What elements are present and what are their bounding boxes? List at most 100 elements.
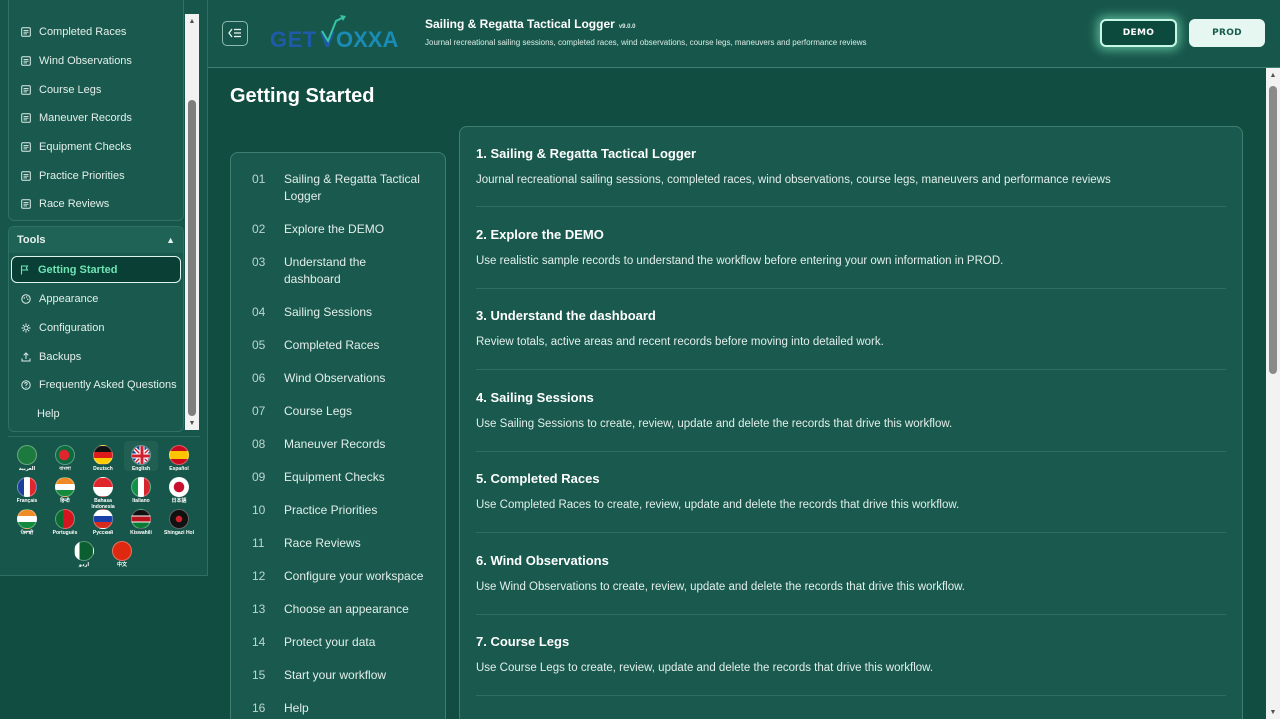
sidebar-item-label: Equipment Checks [39, 141, 132, 154]
section-heading: 2. Explore the DEMO [476, 227, 604, 242]
sidebar-scrollbar-thumb[interactable] [188, 100, 196, 416]
list-icon [21, 142, 31, 152]
sidebar-item-faq[interactable]: Frequently Asked Questions [9, 371, 183, 400]
menu-collapse-icon [228, 25, 242, 43]
sidebar-item-race-reviews[interactable]: Race Reviews [9, 190, 183, 219]
toc-item[interactable]: 04 Sailing Sessions [231, 304, 445, 337]
scroll-up-arrow-icon[interactable]: ▲ [185, 14, 199, 28]
demo-button[interactable]: DEMO [1100, 19, 1177, 47]
language-option-hindi[interactable]: हिन्दी [48, 477, 82, 504]
sidebar-scrollbar[interactable]: ▲ ▼ [185, 14, 199, 430]
list-icon [21, 199, 31, 210]
getting-started-content: 1. Sailing & Regatta Tactical Logger Jour… [459, 126, 1243, 719]
language-option-russian[interactable]: Русский [86, 509, 120, 536]
language-option-german[interactable]: Deutsch [86, 445, 120, 472]
toc-item[interactable]: 07 Course Legs [231, 403, 445, 436]
toc-item[interactable]: 15 Start your workflow [231, 667, 445, 700]
sidebar-scroll-area: Completed Races Wind Observations Course… [0, 0, 184, 432]
toc-item[interactable]: 08 Maneuver Records [231, 436, 445, 469]
content-section: 1. Sailing & Regatta Tactical Logger Jour… [476, 146, 1226, 186]
content-section: 4. Sailing Sessions Use Sailing Sessions … [476, 390, 1226, 430]
sidebar-item-getting-started[interactable]: Getting Started [11, 256, 181, 283]
toc-item[interactable]: 12 Configure your workspace [231, 568, 445, 601]
india-flag-icon [55, 477, 75, 497]
toc-item[interactable]: 01 Sailing & Regatta Tactical Logger [231, 171, 445, 221]
sidebar-item-completed-races[interactable]: Completed Races [9, 18, 183, 47]
saudi-flag-icon [17, 445, 37, 465]
content-section: 2. Explore the DEMO Use realistic sample … [476, 227, 1226, 267]
language-option-indonesian[interactable]: Bahasa Indonesia [86, 477, 120, 510]
sidebar-item-label: Getting Started [38, 263, 118, 276]
list-icon [21, 84, 31, 95]
toc-item[interactable]: 13 Choose an appearance [231, 601, 445, 634]
language-option-spanish[interactable]: Español [162, 445, 196, 472]
upload-icon [21, 352, 31, 362]
palette-icon [21, 294, 31, 305]
language-option-swahili[interactable]: Kiswahili [124, 509, 158, 536]
section-body: Journal recreational sailing sessions, c… [476, 174, 1111, 186]
svg-text:OXXA: OXXA [336, 27, 398, 52]
france-flag-icon [17, 477, 37, 497]
uk-flag-icon [131, 445, 151, 465]
scroll-up-arrow-icon[interactable]: ▲ [1266, 68, 1280, 82]
language-option-italian[interactable]: Italiano [124, 477, 158, 504]
language-option-japanese[interactable]: 日本語 [162, 477, 196, 504]
sidebar-item-backups[interactable]: Backups [9, 342, 183, 371]
italy-flag-icon [131, 477, 151, 497]
scroll-down-arrow-icon[interactable]: ▼ [185, 416, 199, 430]
section-divider [476, 206, 1226, 207]
russia-flag-icon [93, 509, 113, 529]
toc-item[interactable]: 10 Practice Priorities [231, 502, 445, 535]
toc-item[interactable]: 02 Explore the DEMO [231, 221, 445, 254]
globe-flag-icon [169, 509, 189, 529]
main-content: Getting Started 01 Sailing & Regatta Tact… [208, 68, 1266, 719]
language-option-punjabi[interactable]: ਪੰਜਾਬੀ [10, 509, 44, 536]
language-option-urdu[interactable]: اردو [67, 541, 101, 568]
india-flag-icon [17, 509, 37, 529]
section-body: Use Wind Observations to create, review,… [476, 581, 965, 593]
sidebar-item-wind-observations[interactable]: Wind Observations [9, 47, 183, 76]
tools-group-header[interactable]: Tools ▲ [9, 227, 183, 253]
language-option-chinese[interactable]: 中文 [105, 541, 139, 568]
sidebar-item-label: Help [37, 408, 60, 421]
sidebar-item-label: Wind Observations [39, 55, 132, 68]
collapse-sidebar-button[interactable] [222, 21, 248, 46]
toc-item[interactable]: 14 Protect your data [231, 634, 445, 667]
language-option-french[interactable]: Français [10, 477, 44, 504]
toc-item[interactable]: 11 Race Reviews [231, 535, 445, 568]
language-picker: العربية বাংলা Deutsch English Español Fr… [8, 436, 200, 572]
section-heading: 7. Course Legs [476, 634, 570, 649]
toc-item[interactable]: 16 Help [231, 700, 445, 719]
section-body: Use Completed Races to create, review, u… [476, 499, 960, 511]
app-header: GET V OXXA Sailing & Regatta Tactical Lo… [208, 0, 1280, 68]
spain-flag-icon [169, 445, 189, 465]
help-circle-icon [21, 380, 31, 391]
sidebar-item-help[interactable]: Help [9, 400, 183, 429]
chevron-up-icon: ▲ [166, 235, 175, 245]
main-scrollbar-thumb[interactable] [1269, 86, 1277, 374]
section-body: Review totals, active areas and recent r… [476, 336, 884, 348]
sidebar-item-course-legs[interactable]: Course Legs [9, 75, 183, 104]
language-option-portuguese[interactable]: Português [48, 509, 82, 536]
language-option-arabic[interactable]: العربية [10, 445, 44, 472]
toc-item[interactable]: 05 Completed Races [231, 337, 445, 370]
prod-button[interactable]: PROD [1189, 19, 1265, 47]
language-option-english[interactable]: English [124, 441, 158, 472]
scroll-down-arrow-icon[interactable]: ▼ [1266, 705, 1280, 719]
sidebar-item-label: Appearance [39, 293, 99, 306]
main-scrollbar[interactable]: ▲ ▼ [1266, 68, 1280, 719]
sidebar-item-equipment-checks[interactable]: Equipment Checks [9, 133, 183, 162]
pakistan-flag-icon [74, 541, 94, 561]
language-option-shingazi[interactable]: Shingazi Hol [162, 509, 196, 536]
toc-item[interactable]: 03 Understand the dashboard [231, 254, 445, 304]
language-option-bengali[interactable]: বাংলা [48, 445, 82, 472]
sidebar-item-maneuver-records[interactable]: Maneuver Records [9, 104, 183, 133]
section-body: Use realistic sample records to understa… [476, 255, 1004, 267]
sidebar-item-appearance[interactable]: Appearance [9, 285, 183, 314]
section-divider [476, 532, 1226, 533]
list-icon [21, 170, 31, 181]
sidebar-item-configuration[interactable]: Configuration [9, 314, 183, 343]
toc-item[interactable]: 09 Equipment Checks [231, 469, 445, 502]
toc-item[interactable]: 06 Wind Observations [231, 370, 445, 403]
sidebar-item-practice-priorities[interactable]: Practice Priorities [9, 161, 183, 190]
